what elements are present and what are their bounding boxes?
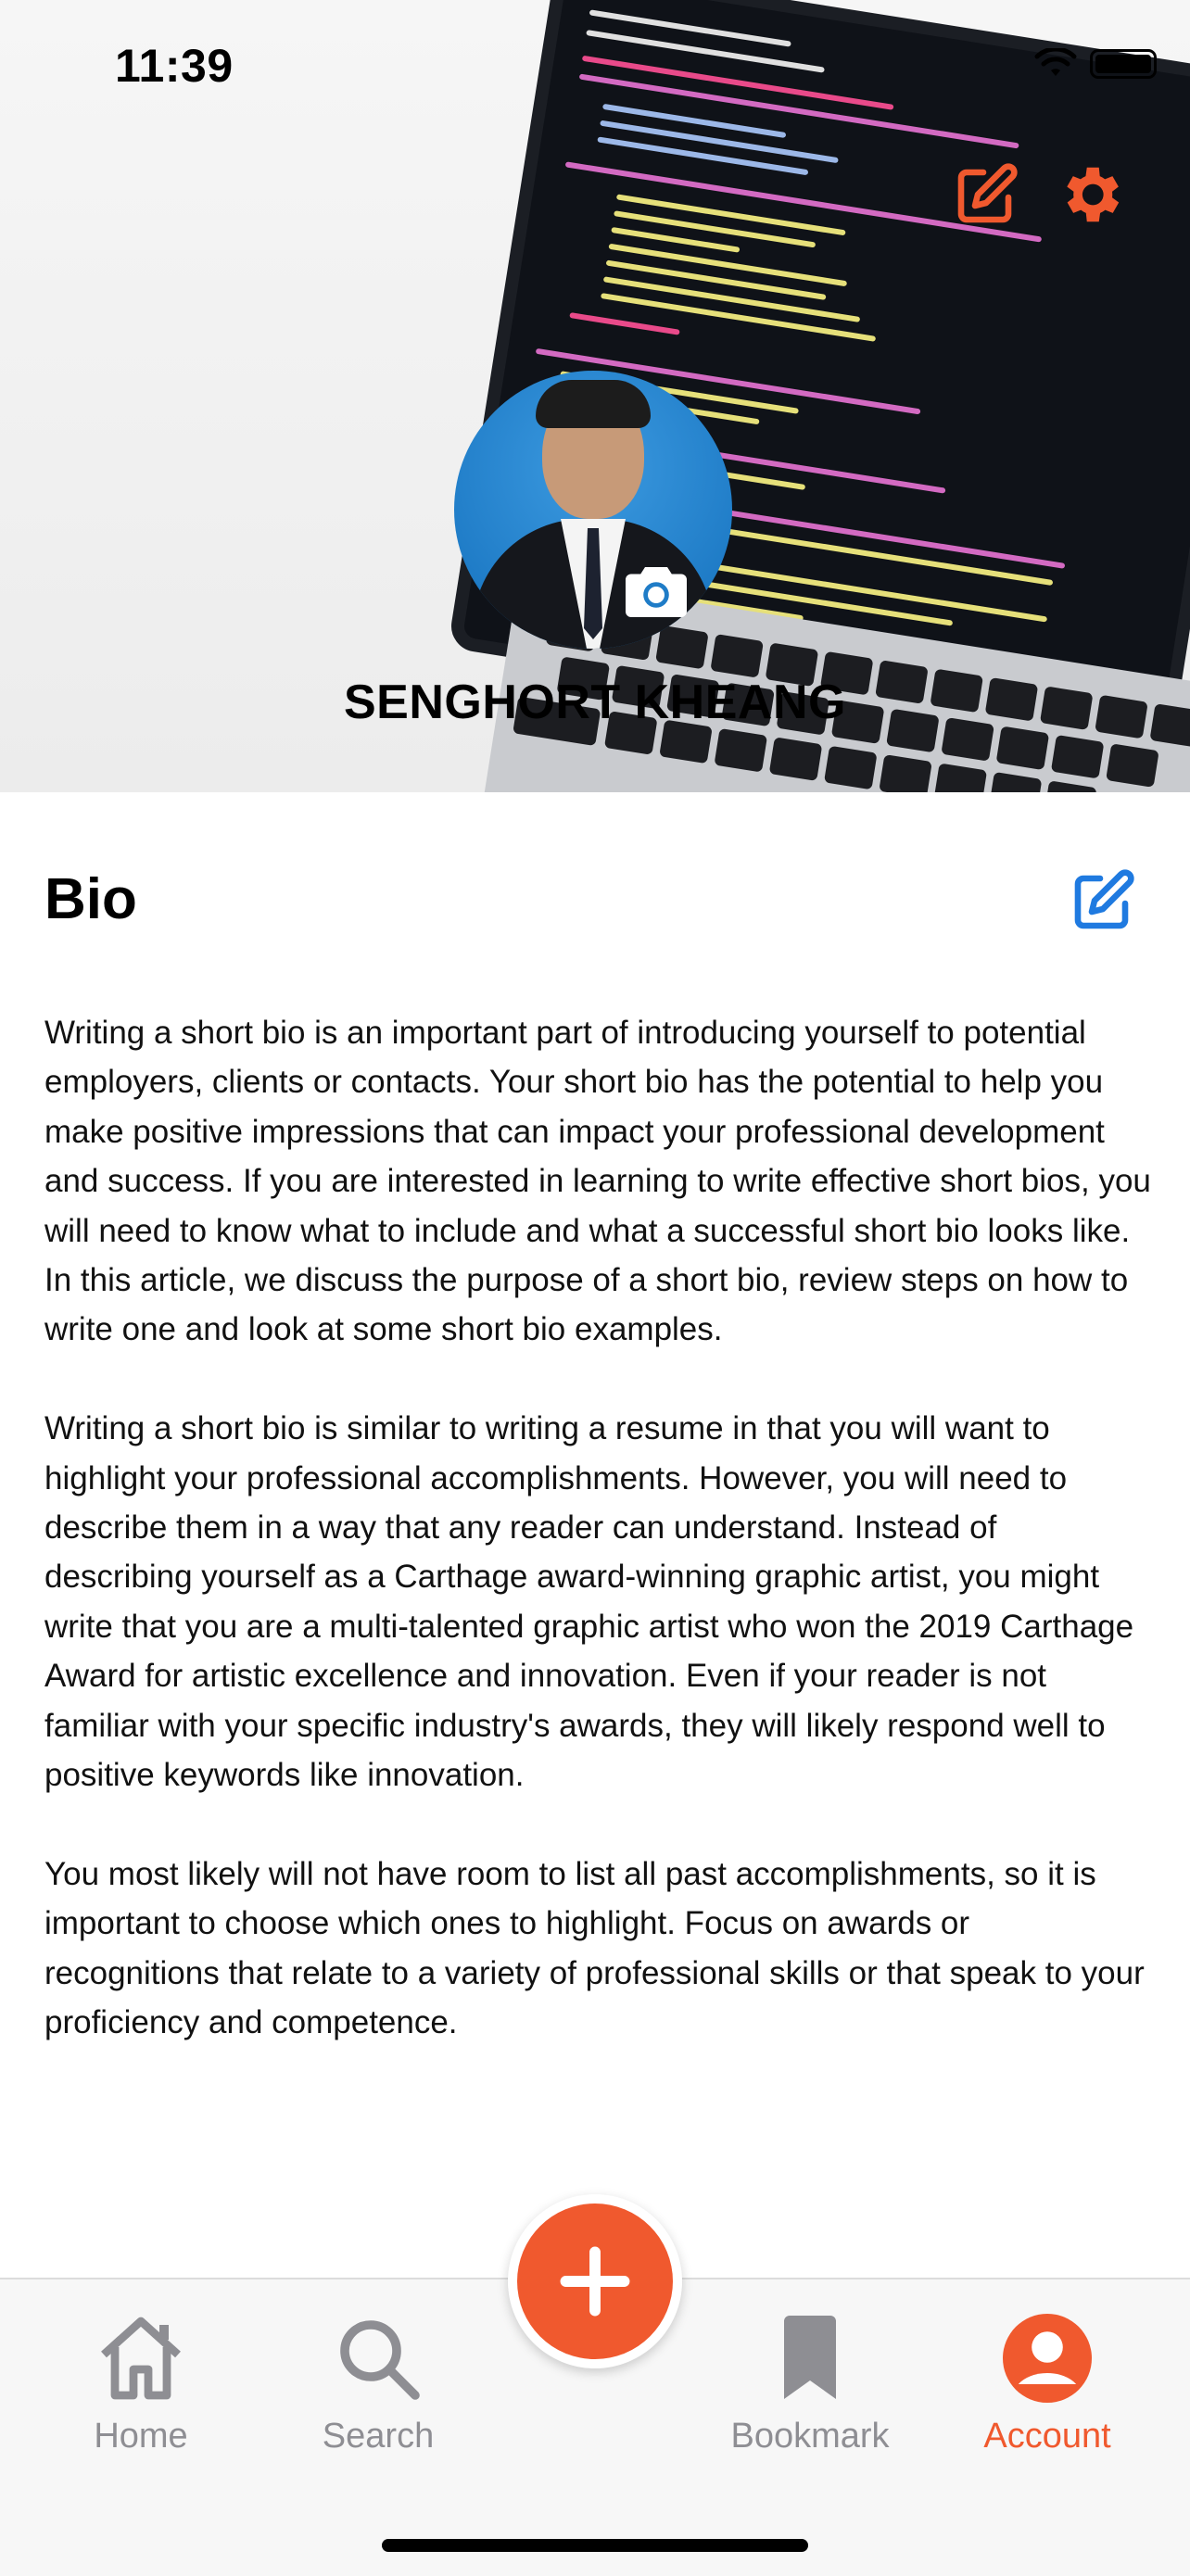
tab-search-label: Search: [322, 2417, 435, 2456]
camera-icon: [626, 567, 687, 617]
account-icon: [1003, 2314, 1092, 2403]
change-photo-button[interactable]: [617, 560, 695, 625]
tab-account-label: Account: [983, 2417, 1111, 2456]
home-indicator: [382, 2539, 808, 2552]
edit-icon: [1074, 869, 1134, 929]
status-icons: [1034, 48, 1157, 80]
battery-icon: [1090, 49, 1157, 79]
profile-cover: 11:39 SENGHORT KHEANG: [0, 0, 1190, 792]
tab-account[interactable]: Account: [955, 2307, 1140, 2456]
status-time: 11:39: [115, 40, 234, 92]
bio-title: Bio: [44, 867, 137, 931]
edit-profile-button[interactable]: [949, 158, 1023, 232]
edit-icon: [957, 163, 1018, 223]
settings-button[interactable]: [1053, 158, 1127, 232]
add-post-button[interactable]: [508, 2194, 682, 2368]
plus-icon: [560, 2246, 630, 2317]
wifi-icon: [1034, 48, 1077, 76]
bio-paragraph: Writing a short bio is similar to writin…: [44, 1410, 1134, 1794]
bio-paragraph: You most likely will not have room to li…: [44, 1855, 1145, 2041]
tab-home[interactable]: Home: [48, 2307, 234, 2456]
home-icon: [101, 2317, 181, 2400]
profile-name: SENGHORT KHEANG: [344, 676, 846, 729]
bio-text: Writing a short bio is an important part…: [44, 1008, 1152, 2097]
tab-bookmark[interactable]: Bookmark: [717, 2307, 903, 2456]
tab-bookmark-label: Bookmark: [730, 2417, 890, 2456]
tab-home-label: Home: [94, 2417, 188, 2456]
edit-bio-button[interactable]: [1066, 864, 1140, 938]
tab-search[interactable]: Search: [285, 2307, 471, 2456]
bio-paragraph: Writing a short bio is an important part…: [44, 1015, 1151, 1348]
bookmark-icon: [784, 2316, 836, 2399]
gear-icon: [1067, 167, 1120, 222]
search-icon: [340, 2320, 420, 2400]
